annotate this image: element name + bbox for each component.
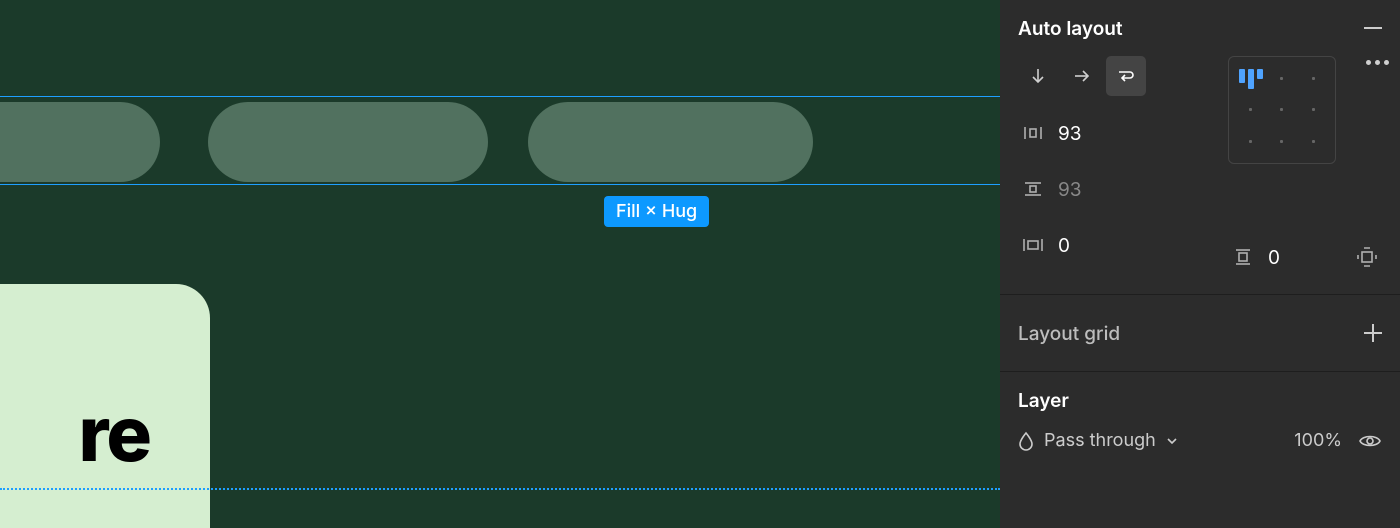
- vertical-padding-field[interactable]: 0: [1228, 246, 1308, 269]
- selection-edge: [0, 184, 1000, 185]
- alignment-grid[interactable]: [1228, 56, 1336, 164]
- pill-shape: [0, 102, 160, 182]
- advanced-options-button[interactable]: [1366, 60, 1389, 65]
- vertical-gap-value: 93: [1058, 178, 1098, 201]
- direction-vertical-button[interactable]: [1018, 56, 1058, 96]
- section-title: Layout grid: [1018, 322, 1120, 345]
- vertical-gap-icon: [1018, 180, 1048, 198]
- vertical-gap-field[interactable]: 93: [1018, 170, 1222, 208]
- direction-wrap-button[interactable]: [1106, 56, 1146, 96]
- horizontal-padding-value: 0: [1058, 234, 1098, 257]
- blend-mode-select[interactable]: Pass through: [1018, 430, 1178, 451]
- blend-mode-value: Pass through: [1044, 430, 1156, 451]
- vertical-padding-value: 0: [1268, 246, 1308, 269]
- spacing-guide: [0, 488, 1000, 490]
- section-title: Layer: [1018, 389, 1069, 412]
- horizontal-padding-field[interactable]: 0: [1018, 226, 1222, 264]
- independent-padding-button[interactable]: [1352, 247, 1382, 267]
- add-layout-grid-button[interactable]: [1364, 324, 1382, 342]
- horizontal-padding-icon: [1018, 236, 1048, 254]
- pill-shape: [528, 102, 813, 182]
- direction-horizontal-button[interactable]: [1062, 56, 1102, 96]
- section-title: Auto layout: [1018, 17, 1123, 40]
- vertical-padding-icon: [1228, 248, 1258, 266]
- horizontal-gap-value: 93: [1058, 122, 1098, 145]
- pill-shape: [208, 102, 488, 182]
- blend-droplet-icon: [1018, 431, 1034, 451]
- layout-grid-section: Layout grid: [1000, 295, 1400, 372]
- opacity-value[interactable]: 100%: [1294, 430, 1342, 451]
- chevron-down-icon: [1166, 437, 1178, 445]
- auto-layout-section: Auto layout: [1000, 0, 1400, 295]
- direction-buttons: [1018, 56, 1222, 96]
- layer-section: Layer Pass through 100%: [1000, 372, 1400, 469]
- visibility-toggle[interactable]: [1358, 433, 1382, 449]
- design-panel: Auto layout: [1000, 0, 1400, 528]
- horizontal-gap-field[interactable]: 93: [1018, 114, 1222, 152]
- horizontal-gap-icon: [1018, 124, 1048, 142]
- collapse-icon[interactable]: [1364, 27, 1382, 29]
- design-canvas[interactable]: Fill × Hug re: [0, 0, 1000, 528]
- size-badge: Fill × Hug: [604, 196, 709, 227]
- card-text: re: [79, 388, 150, 480]
- selection-edge: [0, 96, 1000, 97]
- card-shape: re: [0, 284, 210, 528]
